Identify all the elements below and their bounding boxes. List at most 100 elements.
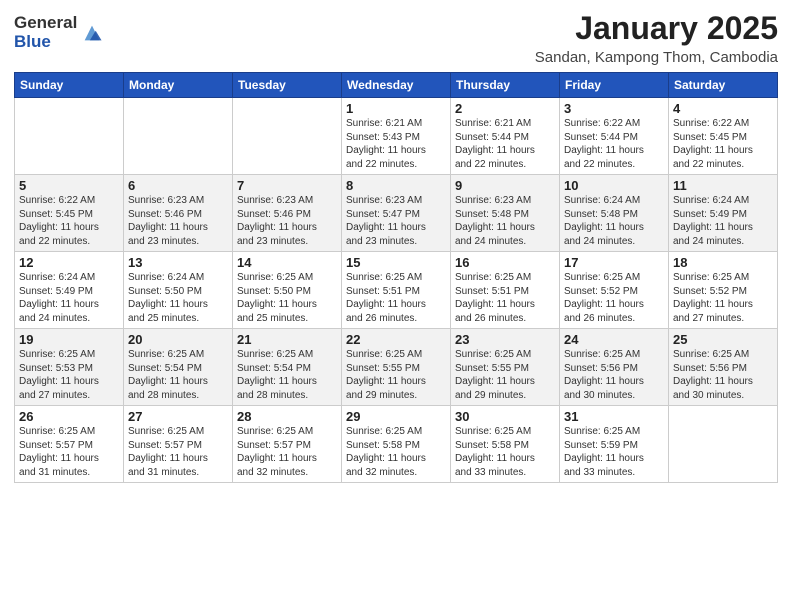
cell-day-number: 29 xyxy=(346,409,446,424)
cell-day-number: 13 xyxy=(128,255,228,270)
calendar-cell: 26Sunrise: 6:25 AM Sunset: 5:57 PM Dayli… xyxy=(15,406,124,483)
header: General Blue January 2025 Sandan, Kampon… xyxy=(14,10,778,66)
weekday-header-wednesday: Wednesday xyxy=(342,73,451,98)
calendar-cell: 17Sunrise: 6:25 AM Sunset: 5:52 PM Dayli… xyxy=(560,252,669,329)
cell-info: Sunrise: 6:24 AM Sunset: 5:50 PM Dayligh… xyxy=(128,271,228,325)
cell-info: Sunrise: 6:24 AM Sunset: 5:49 PM Dayligh… xyxy=(19,271,119,325)
calendar-cell: 2Sunrise: 6:21 AM Sunset: 5:44 PM Daylig… xyxy=(451,98,560,175)
cell-info: Sunrise: 6:25 AM Sunset: 5:58 PM Dayligh… xyxy=(455,425,555,479)
cell-info: Sunrise: 6:21 AM Sunset: 5:44 PM Dayligh… xyxy=(455,117,555,171)
calendar-cell: 16Sunrise: 6:25 AM Sunset: 5:51 PM Dayli… xyxy=(451,252,560,329)
cell-day-number: 9 xyxy=(455,178,555,193)
cell-day-number: 12 xyxy=(19,255,119,270)
calendar-cell: 11Sunrise: 6:24 AM Sunset: 5:49 PM Dayli… xyxy=(669,175,778,252)
cell-info: Sunrise: 6:25 AM Sunset: 5:59 PM Dayligh… xyxy=(564,425,664,479)
cell-day-number: 31 xyxy=(564,409,664,424)
logo: General Blue xyxy=(14,14,103,51)
cell-info: Sunrise: 6:23 AM Sunset: 5:46 PM Dayligh… xyxy=(128,194,228,248)
cell-day-number: 28 xyxy=(237,409,337,424)
cell-day-number: 2 xyxy=(455,101,555,116)
calendar: SundayMondayTuesdayWednesdayThursdayFrid… xyxy=(14,72,778,483)
calendar-cell: 8Sunrise: 6:23 AM Sunset: 5:47 PM Daylig… xyxy=(342,175,451,252)
cell-info: Sunrise: 6:21 AM Sunset: 5:43 PM Dayligh… xyxy=(346,117,446,171)
cell-info: Sunrise: 6:25 AM Sunset: 5:58 PM Dayligh… xyxy=(346,425,446,479)
calendar-cell xyxy=(669,406,778,483)
cell-info: Sunrise: 6:25 AM Sunset: 5:54 PM Dayligh… xyxy=(237,348,337,402)
cell-day-number: 3 xyxy=(564,101,664,116)
cell-day-number: 17 xyxy=(564,255,664,270)
cell-info: Sunrise: 6:23 AM Sunset: 5:47 PM Dayligh… xyxy=(346,194,446,248)
calendar-cell xyxy=(233,98,342,175)
calendar-cell: 13Sunrise: 6:24 AM Sunset: 5:50 PM Dayli… xyxy=(124,252,233,329)
calendar-cell: 20Sunrise: 6:25 AM Sunset: 5:54 PM Dayli… xyxy=(124,329,233,406)
weekday-header-monday: Monday xyxy=(124,73,233,98)
calendar-cell: 24Sunrise: 6:25 AM Sunset: 5:56 PM Dayli… xyxy=(560,329,669,406)
cell-day-number: 23 xyxy=(455,332,555,347)
cell-day-number: 1 xyxy=(346,101,446,116)
calendar-cell: 21Sunrise: 6:25 AM Sunset: 5:54 PM Dayli… xyxy=(233,329,342,406)
logo-blue: Blue xyxy=(14,33,77,52)
cell-info: Sunrise: 6:25 AM Sunset: 5:52 PM Dayligh… xyxy=(564,271,664,325)
cell-info: Sunrise: 6:22 AM Sunset: 5:45 PM Dayligh… xyxy=(673,117,773,171)
calendar-cell: 19Sunrise: 6:25 AM Sunset: 5:53 PM Dayli… xyxy=(15,329,124,406)
cell-day-number: 20 xyxy=(128,332,228,347)
cell-day-number: 14 xyxy=(237,255,337,270)
calendar-cell: 31Sunrise: 6:25 AM Sunset: 5:59 PM Dayli… xyxy=(560,406,669,483)
cell-info: Sunrise: 6:24 AM Sunset: 5:48 PM Dayligh… xyxy=(564,194,664,248)
location-title: Sandan, Kampong Thom, Cambodia xyxy=(535,49,778,66)
calendar-cell: 25Sunrise: 6:25 AM Sunset: 5:56 PM Dayli… xyxy=(669,329,778,406)
cell-day-number: 19 xyxy=(19,332,119,347)
cell-day-number: 22 xyxy=(346,332,446,347)
cell-info: Sunrise: 6:25 AM Sunset: 5:57 PM Dayligh… xyxy=(128,425,228,479)
cell-info: Sunrise: 6:25 AM Sunset: 5:56 PM Dayligh… xyxy=(564,348,664,402)
calendar-cell: 15Sunrise: 6:25 AM Sunset: 5:51 PM Dayli… xyxy=(342,252,451,329)
calendar-cell: 27Sunrise: 6:25 AM Sunset: 5:57 PM Dayli… xyxy=(124,406,233,483)
cell-day-number: 27 xyxy=(128,409,228,424)
cell-day-number: 15 xyxy=(346,255,446,270)
cell-day-number: 5 xyxy=(19,178,119,193)
cell-day-number: 25 xyxy=(673,332,773,347)
cell-info: Sunrise: 6:24 AM Sunset: 5:49 PM Dayligh… xyxy=(673,194,773,248)
calendar-cell: 28Sunrise: 6:25 AM Sunset: 5:57 PM Dayli… xyxy=(233,406,342,483)
logo-general: General xyxy=(14,14,77,33)
weekday-header-tuesday: Tuesday xyxy=(233,73,342,98)
cell-info: Sunrise: 6:25 AM Sunset: 5:51 PM Dayligh… xyxy=(346,271,446,325)
weekday-header-sunday: Sunday xyxy=(15,73,124,98)
cell-info: Sunrise: 6:23 AM Sunset: 5:48 PM Dayligh… xyxy=(455,194,555,248)
calendar-cell: 30Sunrise: 6:25 AM Sunset: 5:58 PM Dayli… xyxy=(451,406,560,483)
weekday-header-row: SundayMondayTuesdayWednesdayThursdayFrid… xyxy=(15,73,778,98)
cell-info: Sunrise: 6:25 AM Sunset: 5:52 PM Dayligh… xyxy=(673,271,773,325)
calendar-row-5: 26 Sunrise: 6:25 AM Sunset: 5:57 PM Dayli… xyxy=(15,406,778,483)
cell-info: Sunrise: 6:25 AM Sunset: 5:55 PM Dayligh… xyxy=(346,348,446,402)
calendar-row-1: 1Sunrise: 6:21 AM Sunset: 5:43 PM Daylig… xyxy=(15,98,778,175)
calendar-row-4: 19Sunrise: 6:25 AM Sunset: 5:53 PM Dayli… xyxy=(15,329,778,406)
calendar-row-2: 5Sunrise: 6:22 AM Sunset: 5:45 PM Daylig… xyxy=(15,175,778,252)
month-title: January 2025 xyxy=(535,10,778,47)
cell-day-number: 4 xyxy=(673,101,773,116)
cell-info: Sunrise: 6:25 AM Sunset: 5:55 PM Dayligh… xyxy=(455,348,555,402)
cell-info: Sunrise: 6:22 AM Sunset: 5:44 PM Dayligh… xyxy=(564,117,664,171)
calendar-cell: 7Sunrise: 6:23 AM Sunset: 5:46 PM Daylig… xyxy=(233,175,342,252)
cell-day-number: 26 xyxy=(19,409,119,424)
weekday-header-friday: Friday xyxy=(560,73,669,98)
cell-info: Sunrise: 6:25 AM Sunset: 5:51 PM Dayligh… xyxy=(455,271,555,325)
calendar-cell: 22Sunrise: 6:25 AM Sunset: 5:55 PM Dayli… xyxy=(342,329,451,406)
weekday-header-thursday: Thursday xyxy=(451,73,560,98)
cell-info: Sunrise: 6:25 AM Sunset: 5:54 PM Dayligh… xyxy=(128,348,228,402)
cell-day-number: 18 xyxy=(673,255,773,270)
cell-info: Sunrise: 6:25 AM Sunset: 5:56 PM Dayligh… xyxy=(673,348,773,402)
calendar-cell: 23Sunrise: 6:25 AM Sunset: 5:55 PM Dayli… xyxy=(451,329,560,406)
page: General Blue January 2025 Sandan, Kampon… xyxy=(0,0,792,612)
calendar-cell: 4Sunrise: 6:22 AM Sunset: 5:45 PM Daylig… xyxy=(669,98,778,175)
cell-day-number: 24 xyxy=(564,332,664,347)
cell-info: Sunrise: 6:23 AM Sunset: 5:46 PM Dayligh… xyxy=(237,194,337,248)
calendar-cell: 9Sunrise: 6:23 AM Sunset: 5:48 PM Daylig… xyxy=(451,175,560,252)
calendar-cell: 6Sunrise: 6:23 AM Sunset: 5:46 PM Daylig… xyxy=(124,175,233,252)
cell-day-number: 8 xyxy=(346,178,446,193)
cell-info: Sunrise: 6:22 AM Sunset: 5:45 PM Dayligh… xyxy=(19,194,119,248)
calendar-cell: 12Sunrise: 6:24 AM Sunset: 5:49 PM Dayli… xyxy=(15,252,124,329)
cell-info: Sunrise: 6:25 AM Sunset: 5:50 PM Dayligh… xyxy=(237,271,337,325)
weekday-header-saturday: Saturday xyxy=(669,73,778,98)
calendar-cell xyxy=(15,98,124,175)
title-area: January 2025 Sandan, Kampong Thom, Cambo… xyxy=(535,10,778,66)
